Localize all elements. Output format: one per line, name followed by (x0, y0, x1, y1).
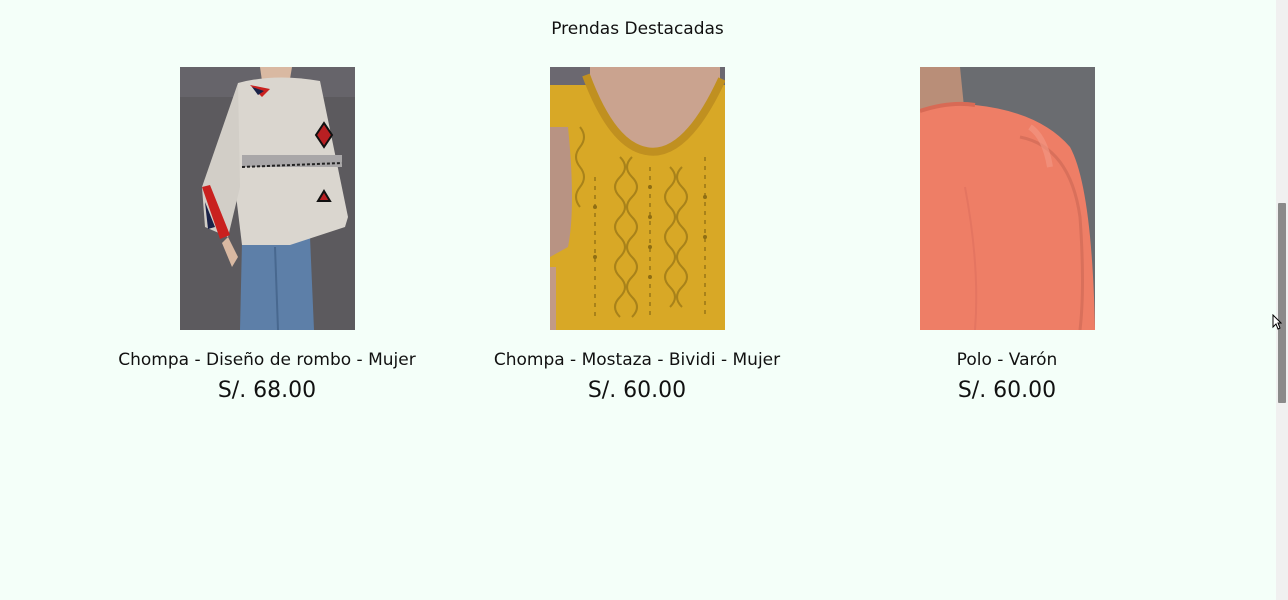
mouse-cursor-icon (1272, 313, 1283, 334)
product-card[interactable]: Chompa - Mostaza - Bividi - Mujer S/. 60… (457, 67, 817, 405)
scrollbar-thumb[interactable] (1278, 203, 1286, 403)
product-card[interactable]: Polo - Varón S/. 60.00 (827, 67, 1187, 405)
featured-products-page: Prendas Destacadas Chompa - Diseño de ro… (0, 0, 1288, 600)
product-image-coral-longsleeve-shirt[interactable] (919, 67, 1095, 330)
product-price: S/. 68.00 (217, 378, 317, 403)
product-image-mustard-knit-vest[interactable] (549, 67, 725, 330)
product-name[interactable]: Polo - Varón (827, 348, 1187, 372)
product-price: S/. 60.00 (587, 378, 687, 403)
product-name[interactable]: Chompa - Mostaza - Bividi - Mujer (457, 348, 817, 372)
section-title: Prendas Destacadas (551, 19, 724, 39)
product-card[interactable]: Chompa - Diseño de rombo - Mujer S/. 68.… (87, 67, 447, 405)
product-name[interactable]: Chompa - Diseño de rombo - Mujer (87, 348, 447, 372)
product-price: S/. 60.00 (957, 378, 1057, 403)
product-image-rhombus-sweater[interactable] (179, 67, 355, 330)
vertical-scrollbar[interactable] (1276, 0, 1288, 600)
